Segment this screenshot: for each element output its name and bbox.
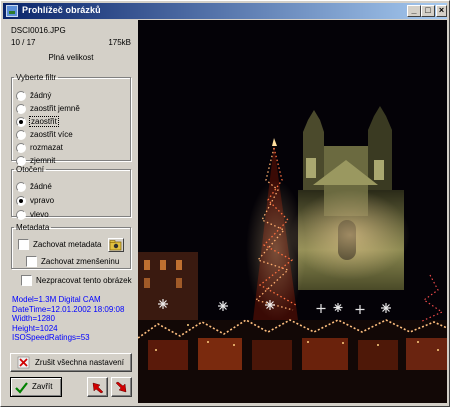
rotation-option-right[interactable]: vpravo: [16, 195, 54, 207]
window-title: Prohlížeč obrázků: [22, 5, 101, 15]
radio-button[interactable]: [16, 90, 26, 101]
maximize-button[interactable]: □: [421, 5, 435, 17]
metadata-legend: Metadata: [16, 223, 50, 232]
keep-thumbnail-option[interactable]: Zachovat zmenšeninu: [26, 256, 119, 268]
file-size: 175kB: [108, 38, 131, 47]
exif-line: ISOSpeedRatings=53: [12, 333, 90, 342]
radio-button[interactable]: [16, 142, 26, 153]
exif-line: DateTime=12.01.2002 18:09:08: [12, 304, 125, 314]
metadata-group: Metadata Zachovat metadata Zachovat zmen…: [11, 223, 131, 269]
file-index: 10 / 17: [11, 38, 36, 47]
radio-button-selected[interactable]: [16, 116, 26, 127]
filter-option-sharpen-more[interactable]: zaostřit více: [16, 129, 73, 141]
checkmark-icon: [15, 382, 28, 394]
night-market-photo: [138, 20, 447, 403]
filter-legend: Vyberte filtr: [16, 73, 57, 82]
skip-image-checkbox[interactable]: [21, 275, 32, 287]
rotation-option-left[interactable]: vlevo: [16, 209, 49, 221]
exif-line: Width=1280: [12, 314, 55, 323]
file-name: DSCI0016.JPG: [11, 26, 66, 35]
folder-camera-icon: [109, 240, 122, 251]
filter-option-sharpen[interactable]: zaostřit: [16, 116, 59, 128]
keep-metadata-option[interactable]: Zachovat metadata: [18, 239, 101, 251]
radio-button-selected[interactable]: [16, 195, 26, 206]
rotation-group: Otočení žádné vpravo vlevo: [11, 165, 131, 220]
keep-thumbnail-checkbox[interactable]: [26, 256, 37, 268]
view-mode-label: Plná velikost: [48, 53, 94, 62]
radio-button[interactable]: [16, 129, 26, 140]
filter-option-blur[interactable]: rozmazat: [16, 142, 63, 154]
filter-option-none[interactable]: žádný: [16, 90, 51, 102]
exif-line: Model=1.3M Digital CAM: [12, 295, 101, 304]
reset-all-button[interactable]: Zrušit všechna nastavení: [10, 353, 132, 372]
metadata-browse-button[interactable]: [108, 238, 124, 252]
filter-group: Vyberte filtr žádný zaostřit jemně zaost…: [11, 73, 131, 166]
close-button[interactable]: ×: [436, 5, 447, 17]
exif-info: Model=1.3M Digital CAM DateTime=12.01.20…: [12, 295, 124, 343]
arrow-next-icon: [115, 381, 127, 393]
image-preview[interactable]: [138, 20, 447, 403]
filter-option-sharpen-light[interactable]: zaostřit jemně: [16, 103, 80, 115]
minimize-button[interactable]: _: [407, 5, 421, 17]
red-x-icon: [17, 356, 30, 369]
rotation-legend: Otočení: [16, 165, 45, 174]
previous-image-button[interactable]: [87, 377, 108, 397]
rotation-option-none[interactable]: žádné: [16, 181, 52, 193]
next-image-button[interactable]: [111, 377, 132, 397]
viewer-window: Prohlížeč obrázků _ □ × DSCI0016.JPG 10 …: [0, 0, 450, 407]
exif-line: Height=1024: [12, 323, 58, 333]
keep-metadata-checkbox[interactable]: [18, 239, 29, 251]
radio-button[interactable]: [16, 181, 26, 192]
radio-button[interactable]: [16, 103, 26, 114]
radio-button[interactable]: [16, 209, 26, 220]
close-dialog-button[interactable]: Zavřít: [10, 377, 62, 397]
title-bar: Prohlížeč obrázků _ □ ×: [3, 3, 447, 19]
app-icon: [6, 5, 18, 17]
close-dialog-label: Zavřít: [32, 382, 53, 391]
reset-all-label: Zrušit všechna nastavení: [35, 358, 124, 367]
arrow-prev-icon: [92, 382, 104, 394]
skip-image-option[interactable]: Nezpracovat tento obrázek: [21, 275, 132, 287]
